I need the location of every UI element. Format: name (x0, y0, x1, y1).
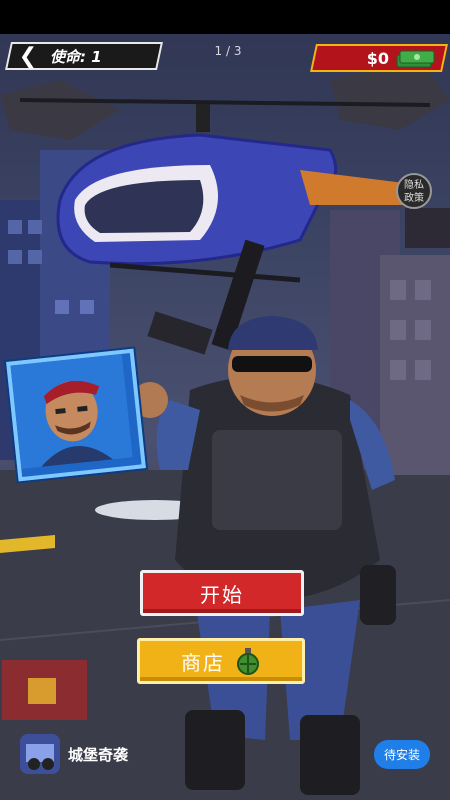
money-amount: $0 (366, 48, 389, 68)
character-portrait[interactable] (6, 348, 146, 482)
shop-button[interactable]: 商店 (137, 638, 305, 684)
mission-label: 使命: 1 (50, 47, 102, 66)
grenade-icon (237, 648, 259, 675)
privacy-line-1: 隐私 (404, 180, 424, 191)
character-face-icon (10, 353, 133, 470)
mission-badge: ❮ 使命: 1 (8, 42, 160, 70)
shop-button-label: 商店 (181, 650, 225, 675)
ad-banner[interactable]: 城堡奇袭 待安装 (20, 731, 430, 777)
ad-app-icon-art (20, 734, 60, 774)
start-button[interactable]: 开始 (140, 570, 304, 616)
money-counter: $0 (313, 44, 445, 72)
install-button[interactable]: 待安装 (373, 739, 430, 769)
privacy-policy-button[interactable]: 隐私 政策 (396, 173, 432, 209)
ad-app-icon (20, 734, 60, 774)
start-button-label: 开始 (200, 582, 244, 607)
privacy-line-2: 政策 (404, 193, 424, 204)
game-screen: ❮ 使命: 1 1 / 3 $0 隐私 政策 开始 商店 城堡奇袭 待安装 (0, 0, 450, 800)
chevron-left-icon[interactable]: ❮ (14, 44, 42, 69)
cash-stack-icon (396, 50, 435, 68)
page-indicator: 1 / 3 (214, 44, 242, 58)
ad-title: 城堡奇袭 (68, 745, 129, 764)
